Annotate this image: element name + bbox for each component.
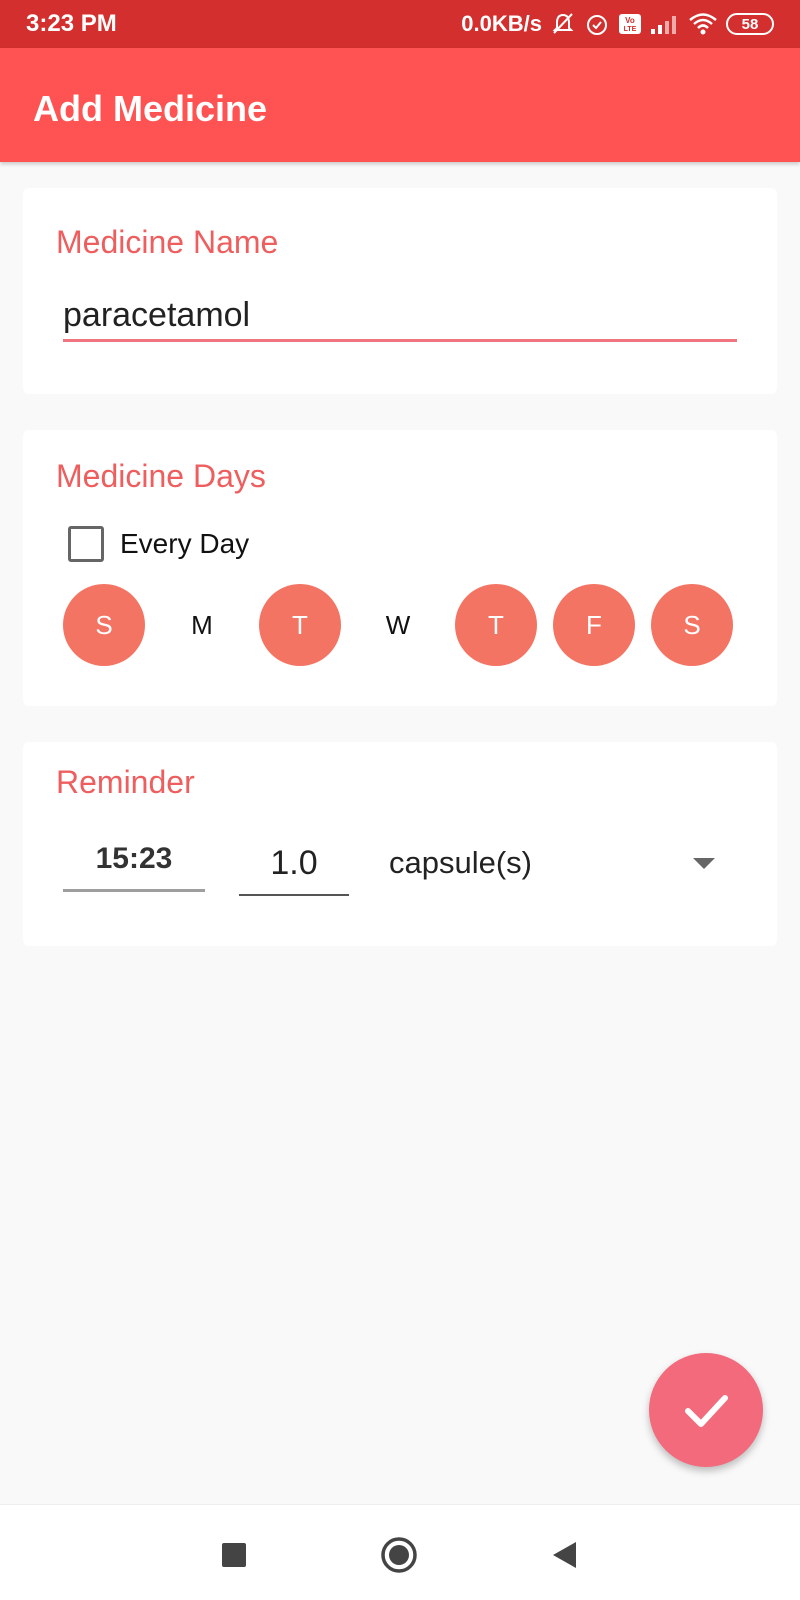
page-title: Add Medicine [33, 88, 268, 129]
wifi-icon [688, 12, 718, 36]
status-bar: 3:23 PM 0.0KB/s Vo LTE 58 [0, 0, 800, 48]
medicine-name-label: Medicine Name [56, 224, 279, 260]
signal-icon [650, 13, 680, 35]
check-icon [685, 1395, 728, 1427]
network-speed: 0.0KB/s [461, 11, 542, 36]
recents-square-icon [222, 1543, 246, 1567]
home-circle-icon [381, 1537, 417, 1573]
status-icons: 0.0KB/s Vo LTE 58 [461, 11, 774, 37]
every-day-checkbox[interactable] [68, 526, 104, 562]
dose-input[interactable]: 1.0 [239, 830, 349, 896]
every-day-label: Every Day [120, 528, 250, 559]
medicine-days-label: Medicine Days [56, 458, 266, 494]
system-nav-bar [0, 1504, 800, 1600]
day-toggle-saturday[interactable]: S [651, 584, 733, 666]
back-button[interactable] [538, 1529, 590, 1581]
reminder-label: Reminder [56, 764, 195, 800]
day-toggle-sunday[interactable]: S [63, 584, 145, 666]
app-bar: Add Medicine [0, 48, 800, 162]
svg-text:Vo: Vo [625, 16, 635, 25]
recents-button[interactable] [208, 1529, 260, 1581]
save-fab-button[interactable] [649, 1353, 763, 1467]
reminder-time-field[interactable]: 15:23 [63, 826, 205, 892]
mute-bell-icon [550, 11, 576, 37]
alarm-icon [584, 11, 610, 37]
unit-dropdown[interactable]: capsule(s) [389, 830, 729, 896]
home-button[interactable] [373, 1529, 425, 1581]
volte-icon: Vo LTE [618, 13, 642, 35]
unit-value: capsule(s) [389, 845, 532, 880]
svg-text:LTE: LTE [624, 26, 637, 33]
chevron-down-icon [693, 857, 715, 869]
day-toggle-wednesday[interactable]: W [357, 584, 439, 666]
day-toggle-tuesday[interactable]: T [259, 584, 341, 666]
reminder-card: Reminder 15:23 1.0 capsule(s) [23, 742, 777, 946]
status-time: 3:23 PM [26, 10, 117, 37]
battery-level: 58 [741, 15, 759, 33]
back-triangle-icon [553, 1542, 576, 1568]
battery-icon: 58 [726, 13, 774, 35]
day-toggle-thursday[interactable]: T [455, 584, 537, 666]
medicine-name-card: Medicine Name paracetamol [23, 188, 777, 394]
medicine-days-card: Medicine Days Every Day S M T W T F S [23, 430, 777, 706]
day-toggle-monday[interactable]: M [161, 584, 243, 666]
day-selector: S M T W T F S [63, 584, 733, 666]
every-day-row[interactable]: Every Day [68, 526, 249, 562]
medicine-name-input[interactable]: paracetamol [63, 296, 737, 342]
day-toggle-friday[interactable]: F [553, 584, 635, 666]
